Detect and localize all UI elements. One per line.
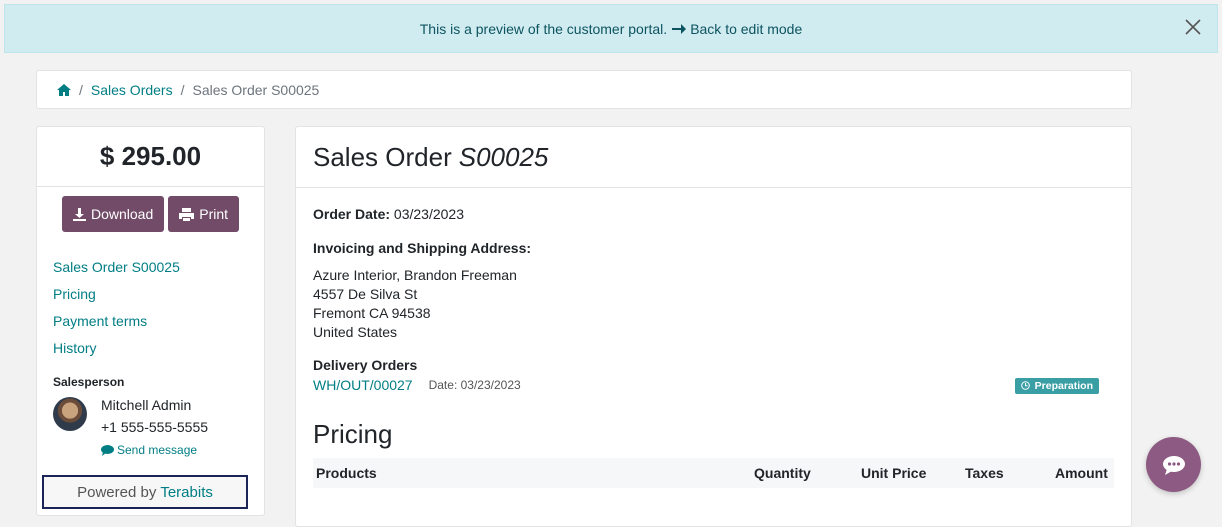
- send-message-link[interactable]: Send message: [101, 439, 208, 461]
- send-message-label: Send message: [117, 443, 198, 457]
- status-badge: Preparation: [1014, 378, 1099, 394]
- sidebar-actions: Download Print: [37, 196, 264, 232]
- preview-banner: This is a preview of the customer portal…: [4, 4, 1218, 53]
- address-block: Azure Interior, Brandon Freeman 4557 De …: [313, 266, 1131, 342]
- address-line: 4557 De Silva St: [313, 286, 418, 302]
- banner-text: This is a preview of the customer portal…: [419, 20, 668, 37]
- powered-by-label: Powered by: [77, 483, 157, 501]
- close-icon[interactable]: [1183, 17, 1203, 37]
- sidebar-item-history[interactable]: History: [53, 335, 264, 362]
- breadcrumb-separator: /: [180, 81, 185, 98]
- column-taxes: Taxes: [965, 465, 1004, 481]
- breadcrumb-separator: /: [79, 81, 83, 98]
- sidebar-item-pricing[interactable]: Pricing: [53, 281, 264, 308]
- powered-by-brand[interactable]: Terabits: [160, 484, 213, 501]
- pricing-table-header: Products Quantity Unit Price Taxes Amoun…: [313, 458, 1114, 488]
- delivery-date-value: 03/23/2023: [460, 378, 521, 392]
- comment-icon: [101, 444, 114, 456]
- home-icon[interactable]: [57, 83, 71, 96]
- download-icon: [72, 207, 86, 221]
- download-label: Download: [90, 206, 154, 222]
- order-date-value: 03/23/2023: [393, 206, 464, 222]
- column-amount: Amount: [1055, 465, 1108, 481]
- salesperson-name: Mitchell Admin: [101, 397, 192, 413]
- delivery-orders-label: Delivery Orders: [313, 357, 418, 373]
- print-icon: [179, 207, 195, 221]
- delivery-order-row: WH/OUT/00027 Date: 03/23/2023 Preparatio…: [313, 377, 1114, 394]
- status-badge-label: Preparation: [1034, 380, 1093, 392]
- order-date-row: Order Date: 03/23/2023: [313, 206, 1131, 222]
- salesperson-phone: +1 555-555-5555: [101, 419, 209, 435]
- salesperson-title: Salesperson: [53, 375, 125, 389]
- breadcrumb-current: Sales Order S00025: [192, 81, 320, 98]
- column-unit-price: Unit Price: [861, 465, 927, 481]
- print-label: Print: [199, 206, 229, 222]
- order-total: $ 295.00: [37, 127, 264, 187]
- arrow-right-icon: [672, 23, 687, 35]
- powered-by-box: Powered by Terabits: [42, 475, 248, 509]
- delivery-date-label: Date:: [428, 378, 458, 392]
- page-title: Sales Order S00025: [296, 127, 1131, 188]
- title-reference: S00025: [458, 141, 549, 172]
- column-products: Products: [316, 465, 377, 481]
- clock-icon: [1020, 381, 1030, 390]
- title-prefix: Sales Order: [313, 141, 452, 172]
- sidebar-item-payment-terms[interactable]: Payment terms: [53, 308, 264, 335]
- delivery-date: Date: 03/23/2023: [429, 378, 521, 392]
- address-line: United States: [313, 324, 398, 340]
- print-button[interactable]: Print: [168, 196, 240, 232]
- breadcrumb: / Sales Orders / Sales Order S00025: [36, 70, 1132, 109]
- breadcrumb-sales-orders[interactable]: Sales Orders: [91, 82, 173, 98]
- order-date-label: Order Date:: [313, 206, 391, 222]
- column-quantity: Quantity: [754, 465, 811, 481]
- back-to-edit-link[interactable]: Back to edit mode: [690, 21, 802, 37]
- address-label: Invoicing and Shipping Address:: [313, 240, 532, 256]
- pricing-heading: Pricing: [313, 419, 393, 449]
- sidebar-item-sales-order[interactable]: Sales Order S00025: [53, 254, 264, 281]
- avatar: [53, 397, 87, 431]
- salesperson-card: Mitchell Admin +1 555-555-5555 Send mess…: [37, 394, 264, 461]
- address-line: Fremont CA 94538: [313, 305, 431, 321]
- download-button[interactable]: Download: [61, 196, 165, 232]
- chat-icon: [1162, 455, 1186, 475]
- order-main: Sales Order S00025 Order Date: 03/23/202…: [295, 126, 1132, 527]
- order-sidebar: $ 295.00 Download Print Sales Order S000…: [36, 126, 265, 516]
- delivery-order-link[interactable]: WH/OUT/00027: [313, 377, 413, 393]
- address-line: Azure Interior, Brandon Freeman: [313, 267, 517, 283]
- chat-button[interactable]: [1146, 437, 1201, 492]
- sidebar-nav: Sales Order S00025 Pricing Payment terms…: [37, 254, 264, 362]
